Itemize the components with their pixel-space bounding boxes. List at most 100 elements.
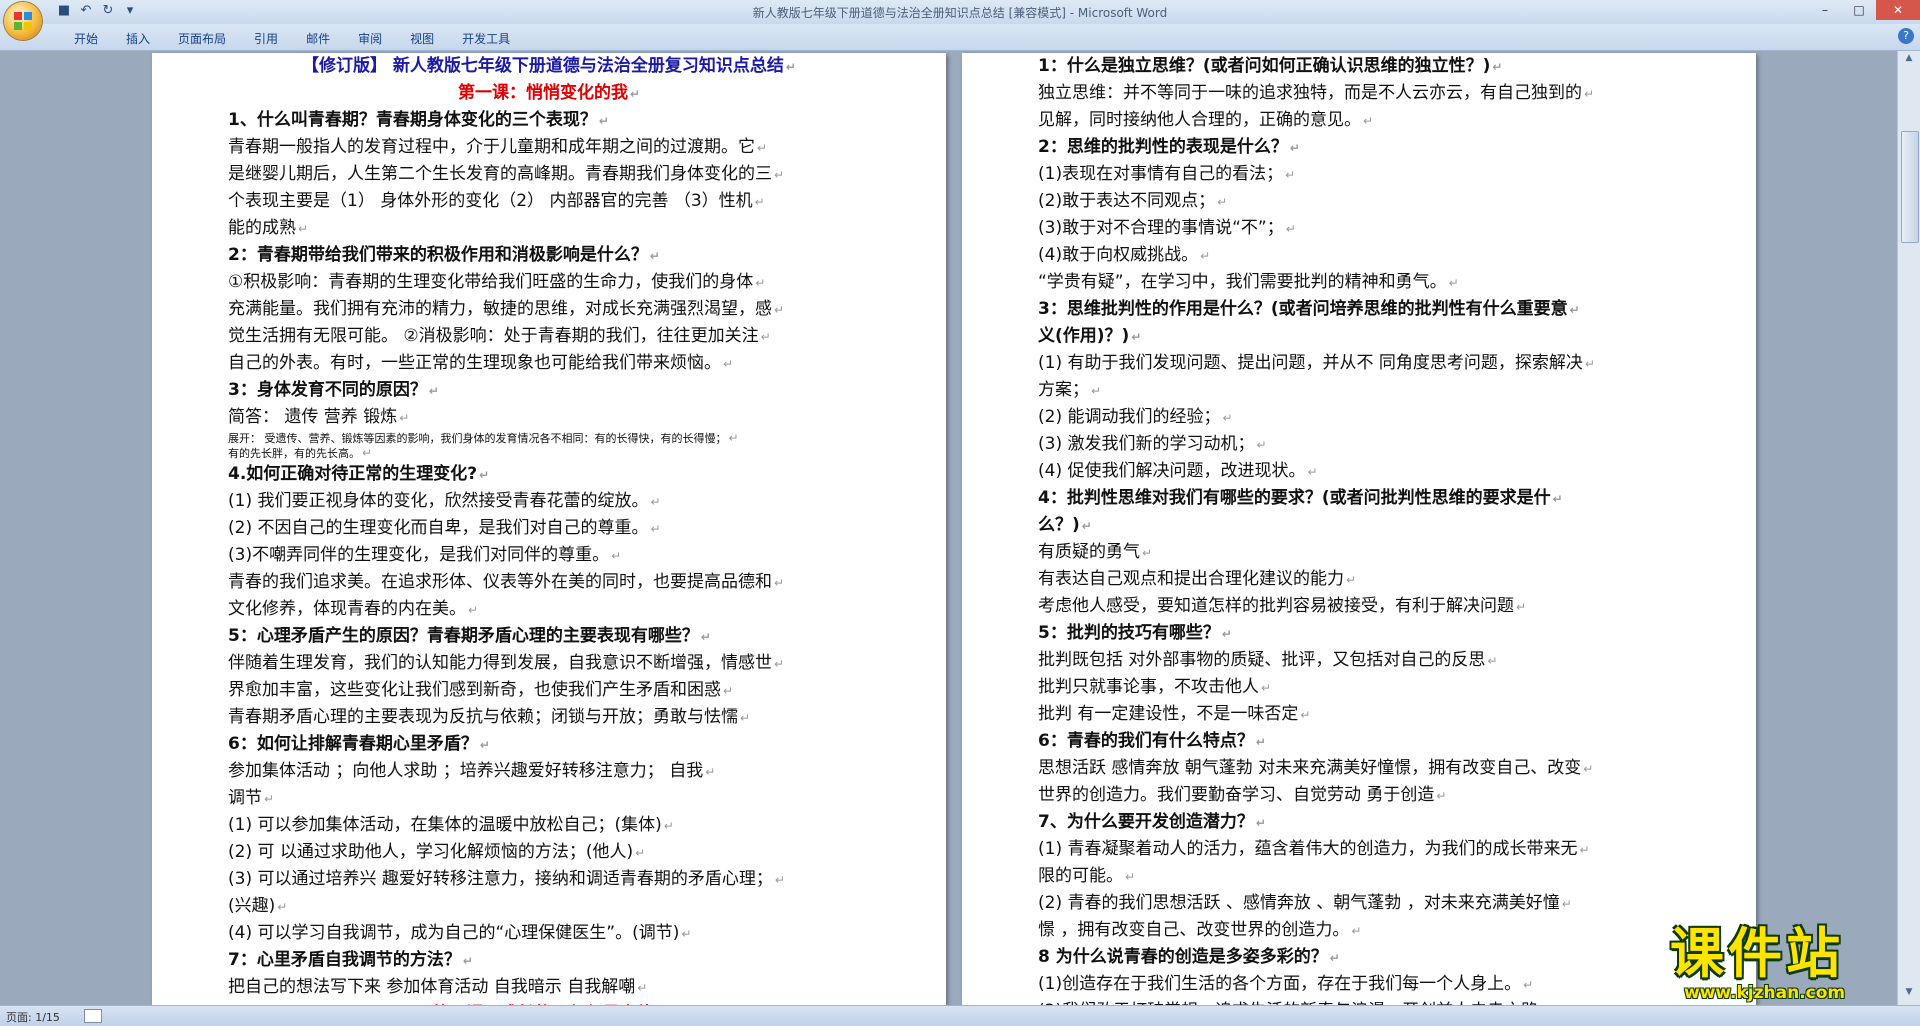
paragraph-mark-icon: ↵ bbox=[362, 446, 373, 460]
paragraph-mark-icon: ↵ bbox=[399, 411, 410, 425]
text-line: 青春的我们追求美。在追求形体、仪表等外在美的同时，也要提高品德和 ↵ bbox=[228, 569, 870, 596]
paragraph-mark-icon: ↵ bbox=[1307, 465, 1318, 479]
heading-line: 么？) ↵ bbox=[1038, 512, 1688, 539]
text-line: (1) 可以参加集体活动，在集体的温暖中放松自己；(集体) ↵ bbox=[228, 812, 870, 839]
paragraph-mark-icon: ↵ bbox=[1091, 384, 1102, 398]
scroll-thumb[interactable] bbox=[1901, 131, 1919, 243]
paragraph-mark-icon: ↵ bbox=[774, 168, 785, 182]
page-count[interactable]: 页面: 1/15 bbox=[6, 1009, 60, 1025]
text-line: (1) 青春凝聚着动人的活力，蕴含着伟大的创造力，为我们的成长带来无 ↵ bbox=[1038, 836, 1688, 863]
line-text: 独立思维：并不等同于一味的追求独特，而是不人云亦云，有自己独到的 bbox=[1038, 83, 1582, 103]
line-text: (2) 青春的我们思想活跃 、感情奔放 、朝气蓬勃 ，对未来充满美好憧 bbox=[1038, 893, 1560, 913]
scroll-down-icon[interactable]: ▼ bbox=[1901, 987, 1917, 1001]
ribbon-tab[interactable]: 插入 bbox=[112, 30, 164, 47]
line-text: 伴随着生理发育，我们的认知能力得到发展，自我意识不断增强，情感世 bbox=[228, 653, 772, 673]
ribbon-tab[interactable]: 页面布局 bbox=[164, 30, 240, 47]
text-line: 自己的外表。有时，一些正常的生理现象也可能给我们带来烦恼。 ↵ bbox=[228, 350, 870, 377]
office-button[interactable] bbox=[4, 2, 42, 40]
paragraph-mark-icon: ↵ bbox=[1584, 357, 1595, 371]
paragraph-mark-icon: ↵ bbox=[754, 195, 765, 209]
document-title: 【修订版】 新人教版七年级下册道德与法治全册复习知识点总结 ↵ bbox=[228, 53, 870, 80]
line-text: 么？) bbox=[1038, 515, 1080, 535]
paragraph-mark-icon: ↵ bbox=[637, 981, 648, 995]
text-line: 参加集体活动 ；向他人求助 ；培养兴趣爱好转移注意力； 自我 ↵ bbox=[228, 758, 870, 785]
help-icon[interactable]: ? bbox=[1898, 28, 1914, 44]
line-text: 憬 ，拥有改变自己、改变世界的创造力。 bbox=[1038, 920, 1350, 940]
minimize-icon[interactable]: – bbox=[1808, 0, 1842, 20]
paragraph-mark-icon: ↵ bbox=[785, 60, 796, 74]
ribbon-tab[interactable]: 邮件 bbox=[292, 30, 344, 47]
document-page-right[interactable]: 1：什么是独立思维？(或者问如何正确认识思维的独立性？) ↵ 独立思维：并不等同于… bbox=[962, 53, 1756, 1005]
text-line: 是继婴儿期后，人生第二个生长发育的高峰期。青春期我们身体变化的三 ↵ bbox=[228, 161, 870, 188]
maximize-icon[interactable]: □ bbox=[1842, 0, 1876, 20]
ribbon: 开始 插入 页面布局 引用 邮件 审阅 视图 开发工具 ? bbox=[0, 24, 1920, 51]
paragraph-mark-icon: ↵ bbox=[1200, 249, 1211, 263]
text-line: (2)我们敢于打破常规，追求生活的新奇与浪漫，开创前人未走之路。↵ bbox=[1038, 998, 1688, 1005]
paragraph-mark-icon: ↵ bbox=[650, 522, 661, 536]
line-text: “学贵有疑”，在学习中，我们需要批判的精神和勇气。 bbox=[1038, 272, 1447, 292]
line-text: (3) 可以通过培养兴 趣爱好转移注意力，接纳和调适青春期的矛盾心理； bbox=[228, 869, 773, 889]
text-line: (1) 我们要正视身体的变化，欣然接受青春花蕾的绽放。 ↵ bbox=[228, 488, 870, 515]
ribbon-tab[interactable]: 开始 bbox=[60, 30, 112, 47]
paragraph-mark-icon: ↵ bbox=[728, 431, 739, 445]
paragraph-mark-icon: ↵ bbox=[1125, 870, 1136, 884]
line-text: (3)不嘲弄同伴的生理变化，是我们对同伴的尊重。 bbox=[228, 545, 610, 565]
line-text: 限的可能。 bbox=[1038, 866, 1123, 886]
paragraph-mark-icon: ↵ bbox=[774, 657, 785, 671]
document-page-left[interactable]: 【修订版】 新人教版七年级下册道德与法治全册复习知识点总结 ↵ 第一课：悄悄变化的我… bbox=[152, 53, 946, 1005]
line-text: 能的成熟 bbox=[228, 218, 296, 238]
line-text: 7、为什么要开发创造潜力？ bbox=[1038, 812, 1254, 832]
paragraph-mark-icon: ↵ bbox=[723, 357, 734, 371]
paragraph-mark-icon: ↵ bbox=[705, 765, 716, 779]
paragraph-mark-icon: ↵ bbox=[1487, 654, 1498, 668]
text-line: (兴趣) ↵ bbox=[228, 893, 870, 920]
text-line: (2) 青春的我们思想活跃 、感情奔放 、朝气蓬勃 ，对未来充满美好憧 ↵ bbox=[1038, 890, 1688, 917]
paragraph-mark-icon: ↵ bbox=[635, 846, 646, 860]
paragraph-mark-icon: ↵ bbox=[479, 468, 490, 482]
line-text: 展开： 受遗传、营养、锻炼等因素的影响，我们身体的发育情况各不相同：有的长得快，… bbox=[228, 432, 727, 445]
line-text: 8 为什么说青春的创造是多姿多彩的？ bbox=[1038, 947, 1328, 967]
paragraph-mark-icon: ↵ bbox=[1285, 168, 1296, 182]
text-line: (2) 不因自己的生理变化而自卑，是我们对自己的尊重。 ↵ bbox=[228, 515, 870, 542]
ribbon-tab[interactable]: 引用 bbox=[240, 30, 292, 47]
ribbon-tab[interactable]: 审阅 bbox=[344, 30, 396, 47]
line-text: 是继婴儿期后，人生第二个生长发育的高峰期。青春期我们身体变化的三 bbox=[228, 164, 772, 184]
text-line: (4)敢于向权威挑战。 ↵ bbox=[1038, 242, 1688, 269]
text-line: “学贵有疑”，在学习中，我们需要批判的精神和勇气。 ↵ bbox=[1038, 269, 1688, 296]
paragraph-mark-icon: ↵ bbox=[1569, 303, 1580, 317]
paragraph-mark-icon: ↵ bbox=[650, 495, 661, 509]
paragraph-mark-icon: ↵ bbox=[1285, 222, 1296, 236]
text-line: 调节 ↵ bbox=[228, 785, 870, 812]
text-line: 伴随着生理发育，我们的认知能力得到发展，自我意识不断增强，情感世 ↵ bbox=[228, 650, 870, 677]
paragraph-mark-icon: ↵ bbox=[1081, 519, 1092, 533]
vertical-scrollbar[interactable]: ▲ ▼ bbox=[1897, 51, 1920, 1005]
line-text: (1) 有助于我们发现问题、提出问题，并从不 同角度思考问题，探索解决 bbox=[1038, 353, 1583, 373]
text-line: 世界的创造力。我们要勤奋学习、自觉劳动 勇于创造 ↵ bbox=[1038, 782, 1688, 809]
paragraph-mark-icon: ↵ bbox=[264, 792, 275, 806]
heading-line: 义(作用)？) ↵ bbox=[1038, 323, 1688, 350]
ribbon-tab[interactable]: 开发工具 bbox=[448, 30, 524, 47]
ribbon-tab[interactable]: 视图 bbox=[396, 30, 448, 47]
text-line: (4) 促使我们解决问题，改进现状。 ↵ bbox=[1038, 458, 1688, 485]
line-text: 文化修养，体现青春的内在美。 bbox=[228, 599, 466, 619]
paragraph-mark-icon: ↵ bbox=[1584, 87, 1595, 101]
text-line: 思想活跃 感情奔放 朝气蓬勃 对未来充满美好憧憬，拥有改变自己、改变 ↵ bbox=[1038, 755, 1688, 782]
line-text: (4)敢于向权威挑战。 bbox=[1038, 245, 1199, 265]
line-text: 充满能量。我们拥有充沛的精力，敏捷的思维，对成长充满强烈渴望，感 bbox=[228, 299, 772, 319]
paragraph-mark-icon: ↵ bbox=[1255, 816, 1266, 830]
proofing-icon[interactable] bbox=[84, 1009, 102, 1023]
scroll-up-icon[interactable]: ▲ bbox=[1901, 53, 1917, 67]
watermark-url: www.kjzhan.com bbox=[1684, 983, 1846, 1003]
text-line: 方案； ↵ bbox=[1038, 377, 1688, 404]
text-line: 把自己的想法写下来 参加体育活动 自我暗示 自我解嘲 ↵ bbox=[228, 974, 870, 1001]
line-text: 觉生活拥有无限可能。 ②消极影响：处于青春期的我们，往往更加关注 bbox=[228, 326, 759, 346]
line-text: 有质疑的勇气 bbox=[1038, 542, 1140, 562]
window-title: 新人教版七年级下册道德与法治全册知识点总结 [兼容模式] - Microsoft… bbox=[752, 6, 1168, 20]
text-line: 批判只就事论事，不攻击他人 ↵ bbox=[1038, 674, 1688, 701]
line-text: 批判 有一定建设性，不是一味否定 bbox=[1038, 704, 1299, 724]
paragraph-mark-icon: ↵ bbox=[755, 276, 766, 290]
text-line: (2) 能调动我们的经验； ↵ bbox=[1038, 404, 1688, 431]
line-text: 5：批判的技巧有哪些？ bbox=[1038, 623, 1220, 643]
close-icon[interactable]: ✕ bbox=[1876, 0, 1920, 20]
paragraph-mark-icon: ↵ bbox=[757, 141, 768, 155]
